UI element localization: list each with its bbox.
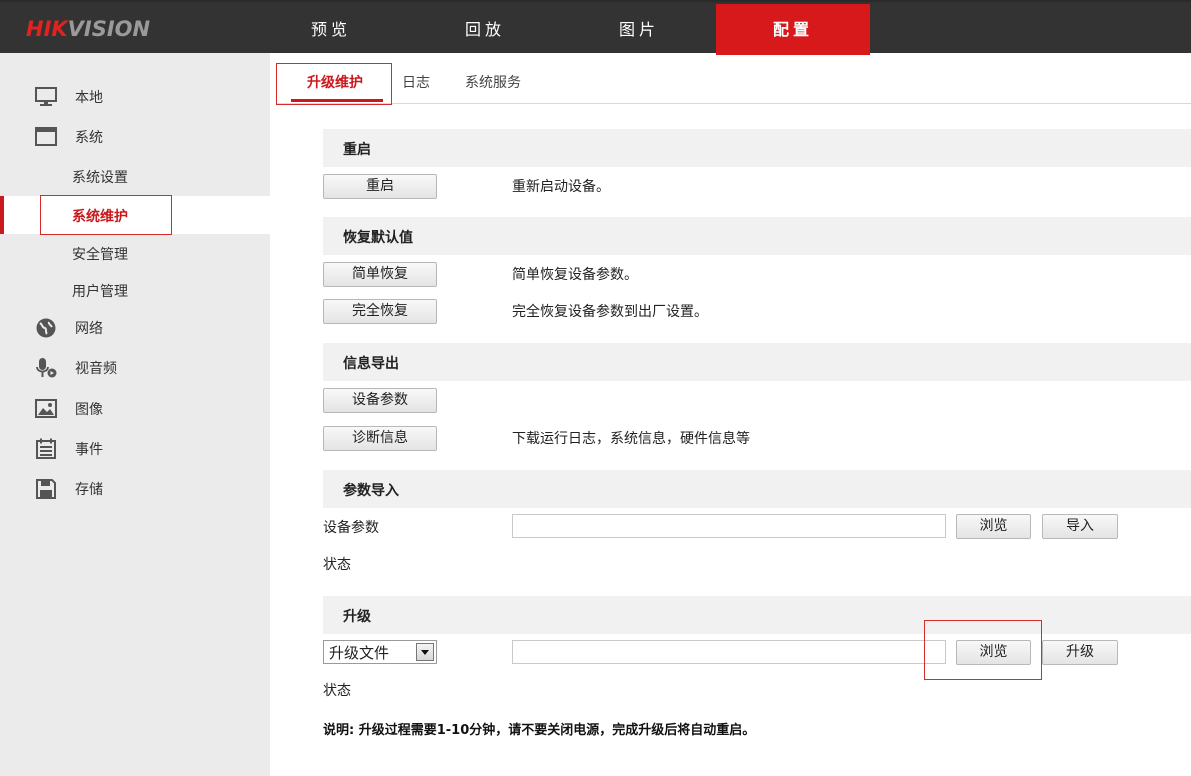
- calendar-icon: [36, 438, 56, 459]
- section-title: 升级: [343, 609, 371, 625]
- section-title: 参数导入: [343, 483, 399, 499]
- sidebar-subitem-label: 安全管理: [72, 247, 128, 263]
- sidebar-item-label: 本地: [75, 90, 103, 106]
- highlight-box-upgrade-tab: [276, 63, 392, 105]
- import-file-path-input[interactable]: [512, 514, 946, 538]
- nav-preview[interactable]: 预览: [254, 4, 408, 55]
- section-title: 信息导出: [343, 356, 399, 372]
- sidebar-item-image[interactable]: 图像: [0, 390, 270, 428]
- sidebar-subitem-security[interactable]: 安全管理: [0, 234, 270, 272]
- logo-vision-text: VISION: [67, 17, 151, 41]
- section-reboot-header: 重启: [323, 129, 1191, 167]
- diagnostic-info-button[interactable]: 诊断信息: [323, 426, 437, 451]
- sidebar-item-local[interactable]: 本地: [0, 78, 270, 116]
- highlight-box-system-maintenance: [40, 195, 172, 235]
- sidebar-item-label: 系统: [75, 130, 103, 146]
- sidebar-item-event[interactable]: 事件: [0, 430, 270, 468]
- import-button[interactable]: 导入: [1042, 514, 1118, 539]
- image-icon: [35, 399, 57, 418]
- section-import-header: 参数导入: [323, 470, 1191, 508]
- upgrade-note: 说明: 升级过程需要1-10分钟，请不要关闭电源，完成升级后将自动重启。: [323, 723, 756, 738]
- nav-playback[interactable]: 回放: [408, 4, 562, 55]
- upgrade-status-label: 状态: [323, 683, 351, 699]
- main-nav: 预览 回放 图片 配置: [254, 4, 870, 55]
- export-device-params-button[interactable]: 设备参数: [323, 388, 437, 413]
- sidebar-item-label: 存储: [75, 482, 103, 498]
- sidebar-subitem-label: 用户管理: [72, 284, 128, 300]
- sidebar: 本地 系统 系统设置 系统维护 安全管理 用户管理 网络 视音频 图像 事件 存…: [0, 53, 270, 776]
- sidebar-item-label: 视音频: [75, 361, 117, 377]
- import-status-label: 状态: [323, 557, 351, 573]
- reboot-button[interactable]: 重启: [323, 174, 437, 199]
- globe-icon: [36, 318, 56, 338]
- section-upgrade-header: 升级: [323, 596, 1191, 634]
- section-title: 重启: [343, 142, 371, 158]
- upgrade-type-select[interactable]: 升级文件: [323, 640, 437, 664]
- microphone-icon: [36, 358, 57, 378]
- tab-log[interactable]: 日志: [402, 62, 430, 104]
- tab-bar: 升级维护 日志 系统服务: [276, 62, 1191, 104]
- upgrade-button[interactable]: 升级: [1042, 640, 1118, 665]
- full-restore-description: 完全恢复设备参数到出厂设置。: [512, 304, 708, 320]
- simple-restore-button[interactable]: 简单恢复: [323, 262, 437, 287]
- simple-restore-description: 简单恢复设备参数。: [512, 267, 638, 283]
- window-icon: [35, 127, 57, 146]
- sidebar-item-label: 事件: [75, 442, 103, 458]
- nav-configuration[interactable]: 配置: [716, 4, 870, 55]
- chevron-down-icon[interactable]: [416, 643, 434, 661]
- import-browse-button[interactable]: 浏览: [956, 514, 1031, 539]
- sidebar-item-network[interactable]: 网络: [0, 309, 270, 347]
- sidebar-item-audio-video[interactable]: 视音频: [0, 349, 270, 387]
- sidebar-subitem-system-settings[interactable]: 系统设置: [0, 157, 270, 195]
- sidebar-item-system[interactable]: 系统: [0, 118, 270, 156]
- diagnostic-description: 下载运行日志，系统信息，硬件信息等: [512, 431, 750, 447]
- section-title: 恢复默认值: [343, 230, 413, 246]
- tab-system-service[interactable]: 系统服务: [465, 62, 521, 104]
- floppy-icon: [36, 479, 56, 499]
- nav-picture[interactable]: 图片: [562, 4, 716, 55]
- section-export-header: 信息导出: [323, 343, 1191, 381]
- reboot-description: 重新启动设备。: [512, 179, 610, 195]
- logo-hik-text: HIK: [26, 17, 68, 41]
- hikvision-logo: HIKVISION: [26, 14, 150, 44]
- sidebar-item-label: 图像: [75, 402, 103, 418]
- sidebar-item-label: 网络: [75, 321, 103, 337]
- sidebar-subitem-users[interactable]: 用户管理: [0, 271, 270, 309]
- highlight-box-upgrade-browse: [924, 620, 1042, 680]
- full-restore-button[interactable]: 完全恢复: [323, 299, 437, 324]
- top-navigation-bar: HIKVISION 预览 回放 图片 配置: [0, 0, 1191, 55]
- import-device-params-label: 设备参数: [323, 520, 379, 536]
- section-restore-header: 恢复默认值: [323, 217, 1191, 255]
- upgrade-file-path-input[interactable]: [512, 640, 946, 664]
- monitor-icon: [35, 87, 57, 106]
- sidebar-item-storage[interactable]: 存储: [0, 470, 270, 508]
- upgrade-type-selected-value: 升级文件: [329, 644, 390, 662]
- sidebar-subitem-label: 系统设置: [72, 170, 128, 186]
